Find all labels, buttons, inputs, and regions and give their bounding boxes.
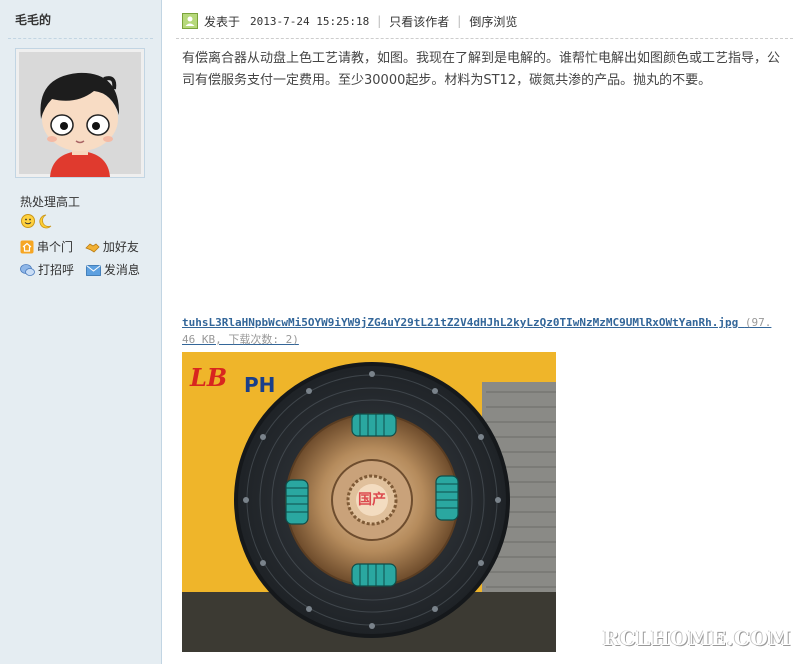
header-divider xyxy=(176,38,793,39)
visit-link[interactable]: 串个门 xyxy=(20,238,73,255)
attachment-image[interactable]: LB PH 国产 xyxy=(182,352,556,652)
chat-icon xyxy=(20,263,35,276)
photo-center-mark: 国产 xyxy=(358,491,386,508)
header-separator: | xyxy=(457,14,462,28)
add-friend-link[interactable]: 加好友 xyxy=(85,238,139,255)
reverse-order-link[interactable]: 倒序浏览 xyxy=(469,13,517,30)
poke-link[interactable]: 打招呼 xyxy=(20,261,74,278)
clutch-disc-photo: LB PH 国产 xyxy=(182,352,556,652)
message-link[interactable]: 发消息 xyxy=(85,261,140,278)
avatar-image xyxy=(16,49,144,177)
avatar[interactable] xyxy=(15,48,145,178)
sidebar-divider xyxy=(8,38,153,39)
medal-row xyxy=(20,213,54,232)
add-friend-label: 加好友 xyxy=(102,240,139,254)
sidebar-links-row2: 打招呼 发消息 xyxy=(20,261,148,280)
sidebar-links-row1: 串个门 加好友 xyxy=(20,238,147,257)
online-status-icon xyxy=(182,13,198,29)
user-title: 热处理高工 xyxy=(20,195,81,209)
author-sidebar: 毛毛的 热处理高工 串个门 加好友 打招呼 发消息 xyxy=(0,0,162,664)
author-name[interactable]: 毛毛的 xyxy=(15,11,51,28)
post-date: 2013-7-24 15:25:18 xyxy=(250,14,370,28)
post-content: 有偿离合器从动盘上色工艺请教，如图。我现在了解到是电解的。谁帮忙电解出如图颜色或… xyxy=(182,51,781,88)
photo-brand-text: PH xyxy=(244,373,275,397)
attachment-link[interactable]: tuhsL3RlaHNpbWcwMi5OYW9iYW9jZG4uY29tL21t… xyxy=(182,314,772,348)
handshake-icon xyxy=(85,242,100,253)
poke-link-label: 打招呼 xyxy=(38,263,75,277)
home-icon xyxy=(20,240,34,253)
site-watermark: RCLHOME.COM xyxy=(602,626,791,650)
header-separator: | xyxy=(377,14,382,28)
posted-label: 发表于 xyxy=(204,14,241,29)
message-link-label: 发消息 xyxy=(103,263,140,277)
visit-link-label: 串个门 xyxy=(37,240,74,254)
only-author-link[interactable]: 只看该作者 xyxy=(389,13,449,30)
moon-icon xyxy=(39,214,52,229)
attachment-filename[interactable]: tuhsL3RlaHNpbWcwMi5OYW9iYW9jZG4uY29tL21t… xyxy=(182,316,738,329)
smile-icon xyxy=(21,214,35,228)
post-header: 发表于 2013-7-24 15:25:18 | 只看该作者 | 倒序浏览 xyxy=(182,10,782,32)
envelope-icon xyxy=(85,264,101,276)
photo-logo-text: LB xyxy=(189,363,227,392)
